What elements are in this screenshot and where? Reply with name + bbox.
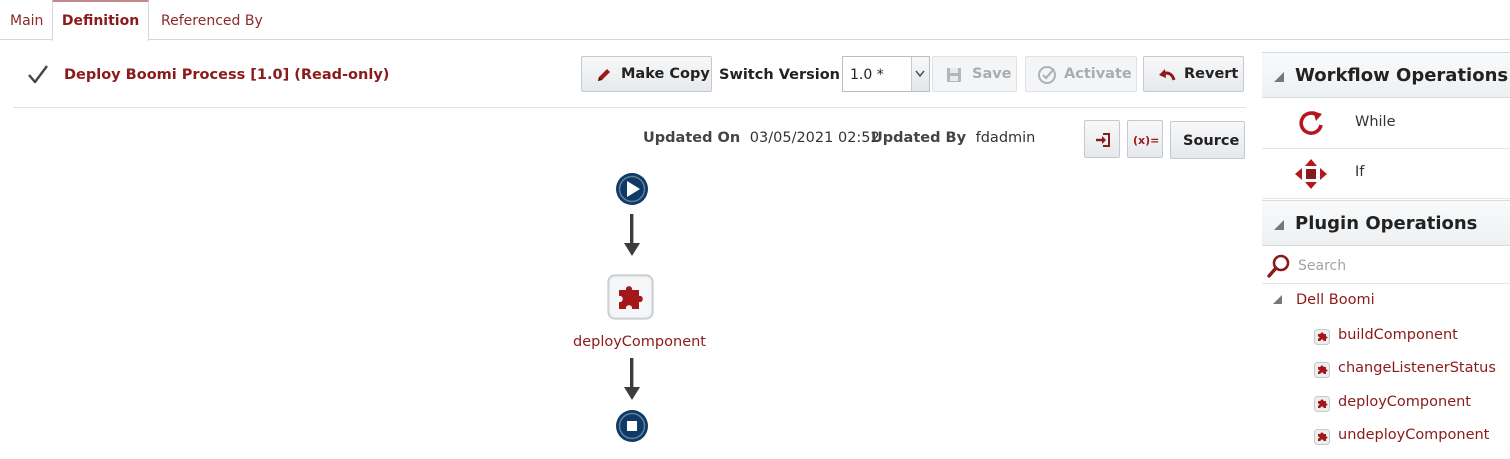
search-icon: [1267, 254, 1290, 278]
source-button[interactable]: Source: [1170, 121, 1245, 159]
puzzle-icon: [1314, 362, 1330, 378]
workflow-op-while[interactable]: While: [1262, 99, 1510, 149]
collapse-triangle-icon: [1274, 220, 1284, 230]
puzzle-icon: [1314, 429, 1330, 445]
search-input[interactable]: [1296, 252, 1505, 280]
switch-version-label: Switch Version: [719, 67, 841, 83]
undo-icon: [1159, 69, 1176, 81]
plugin-item-label: undeployComponent: [1338, 427, 1490, 443]
updated-by-label: Updated By: [871, 130, 967, 146]
variables-button[interactable]: (x)=: [1127, 120, 1163, 158]
plugin-search: [1262, 247, 1510, 284]
pencil-icon: [598, 69, 610, 81]
flow-arrow-down-icon: [624, 214, 640, 256]
puzzle-icon: [1314, 396, 1330, 412]
import-button[interactable]: [1084, 120, 1120, 158]
plugin-item-label: changeListenerStatus: [1338, 360, 1496, 376]
flow-arrow-down-icon: [624, 358, 640, 400]
activate-button[interactable]: Activate: [1025, 56, 1137, 92]
save-label: Save: [972, 66, 1012, 82]
make-copy-label: Make Copy: [621, 66, 710, 82]
workflow-operations-title: Workflow Operations: [1295, 65, 1509, 86]
puzzle-icon: [1314, 329, 1330, 345]
checkmark-icon: [28, 65, 48, 84]
node-label[interactable]: deployComponent: [573, 334, 706, 350]
version-value: 1.0 *: [850, 67, 884, 83]
version-select[interactable]: 1.0 *: [842, 56, 930, 92]
start-node[interactable]: [614, 172, 650, 208]
branch-arrows-icon: [1295, 159, 1327, 189]
process-title: Deploy Boomi Process [1.0] (Read-only): [64, 67, 390, 83]
variable-icon: (x)=: [1133, 134, 1159, 147]
tree-group-label: Dell Boomi: [1296, 292, 1375, 308]
floppy-disk-icon: [947, 68, 961, 82]
plugin-item-label: buildComponent: [1338, 327, 1458, 343]
updated-on: Updated On 03/05/2021 02:52: [643, 130, 880, 146]
revert-label: Revert: [1184, 66, 1239, 82]
loop-icon: [1299, 111, 1323, 135]
save-button[interactable]: Save: [932, 56, 1017, 92]
updated-by-value: fdadmin: [975, 130, 1036, 146]
check-circle-icon: [1038, 66, 1056, 84]
plugin-item-label: deployComponent: [1338, 394, 1471, 410]
tab-referenced-by[interactable]: Referenced By: [161, 0, 263, 40]
import-icon: [1096, 133, 1110, 147]
updated-on-value: 03/05/2021 02:52: [749, 130, 880, 146]
workflow-op-if[interactable]: If: [1262, 149, 1510, 199]
workflow-op-label: While: [1355, 114, 1396, 130]
revert-button[interactable]: Revert: [1143, 56, 1244, 92]
tab-definition[interactable]: Definition: [52, 0, 149, 41]
chevron-down-icon: [911, 57, 929, 91]
plugin-operations-title: Plugin Operations: [1295, 213, 1478, 234]
header-divider: [13, 107, 1246, 108]
collapse-triangle-icon: [1274, 72, 1284, 82]
tab-bar: Main Definition Referenced By: [0, 0, 1510, 41]
workflow-operations-header[interactable]: Workflow Operations: [1262, 52, 1510, 98]
updated-by: Updated By fdadmin: [871, 130, 1035, 146]
updated-on-label: Updated On: [643, 130, 741, 146]
svg-text:(x)=: (x)=: [1133, 134, 1159, 147]
tab-main[interactable]: Main: [10, 0, 43, 40]
source-label: Source: [1183, 133, 1240, 149]
operations-panel: Workflow Operations While If Plugin Oper…: [1262, 52, 1510, 459]
workflow-op-label: If: [1355, 164, 1365, 180]
plugin-operations-header[interactable]: Plugin Operations: [1262, 200, 1510, 246]
deploy-component-node[interactable]: [606, 274, 656, 322]
make-copy-button[interactable]: Make Copy: [581, 56, 712, 92]
expand-triangle-icon: [1273, 295, 1282, 304]
activate-label: Activate: [1064, 66, 1132, 82]
end-node[interactable]: [614, 409, 650, 445]
